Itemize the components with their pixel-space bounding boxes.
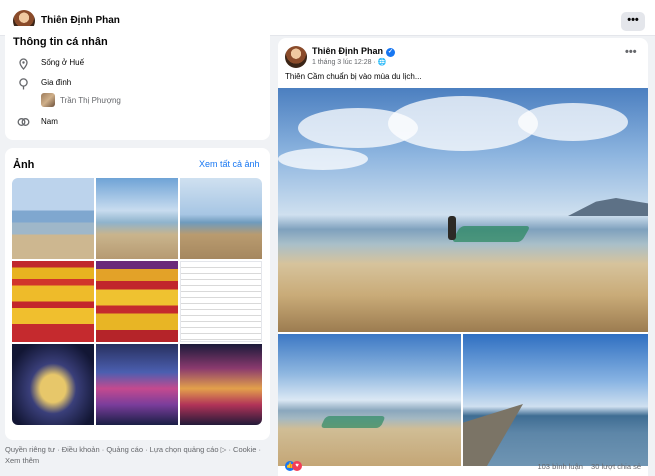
verified-badge-icon: ✓ <box>386 48 395 57</box>
see-all-photos-link[interactable]: Xem tất cả ảnh <box>199 159 260 169</box>
photo-thumbnail[interactable] <box>96 178 178 259</box>
post-author-line: Thiên Định Phan ✓ <box>312 46 395 57</box>
family-member-avatar[interactable] <box>41 93 55 107</box>
family-label: Gia đình <box>41 78 72 87</box>
lives-in-text[interactable]: Sống ở Huế <box>41 58 84 67</box>
photo-thumbnail[interactable] <box>180 261 262 342</box>
gender-icon <box>13 117 33 130</box>
post-timestamp[interactable]: 1 tháng 3 lúc 12:28 · 🌐 <box>312 58 386 66</box>
gender-text: Nam <box>41 117 58 126</box>
post-photo[interactable] <box>463 334 648 466</box>
intro-gender: Nam <box>13 117 58 130</box>
photo-thumbnail[interactable] <box>12 344 94 425</box>
love-reaction-icon[interactable]: ♥ <box>292 461 302 471</box>
photo-thumbnail[interactable] <box>96 261 178 342</box>
photo-thumbnail[interactable] <box>96 344 178 425</box>
footer-links[interactable]: Quyền riêng tư · Điều khoản · Quảng cáo … <box>5 444 270 466</box>
post-photo[interactable] <box>278 334 461 466</box>
heart-pin-icon <box>13 78 33 93</box>
comments-count[interactable]: 103 bình luận <box>537 462 582 471</box>
photo-thumbnail[interactable] <box>12 261 94 342</box>
photo-thumbnail[interactable] <box>180 344 262 425</box>
family-member[interactable]: Trần Thị Phượng <box>41 93 121 107</box>
post-stats: 👍 ♥ 103 bình luận 30 lượt chia sẻ <box>285 461 641 471</box>
more-options-button[interactable]: ••• <box>621 12 645 31</box>
profile-name[interactable]: Thiên Định Phan <box>41 15 120 26</box>
post-photo-main[interactable] <box>278 88 648 332</box>
intro-lives-in: Sống ở Huế <box>13 58 84 73</box>
photos-title: Ảnh <box>13 159 35 171</box>
post-author-name[interactable]: Thiên Định Phan <box>312 46 383 56</box>
post-counts: 103 bình luận 30 lượt chia sẻ <box>537 462 641 471</box>
photo-thumbnail[interactable] <box>12 178 94 259</box>
intro-family: Gia đình Trần Thị Phượng <box>13 78 121 107</box>
photos-card: Ảnh Xem tất cả ảnh <box>5 148 270 440</box>
intro-title: Thông tin cá nhân <box>13 36 108 48</box>
photo-thumbnail[interactable] <box>180 178 262 259</box>
post-more-options-button[interactable]: ••• <box>625 46 637 58</box>
intro-card: Thông tin cá nhân Sống ở Huế Gia đình Tr… <box>5 26 270 140</box>
post-author-avatar[interactable] <box>285 46 307 68</box>
photos-grid <box>12 178 262 425</box>
post-text: Thiên Cầm chuẩn bị vào mùa du lịch... <box>285 72 422 81</box>
family-member-name[interactable]: Trần Thị Phượng <box>60 96 121 105</box>
location-pin-icon <box>13 58 33 73</box>
post-card: Thiên Định Phan ✓ 1 tháng 3 lúc 12:28 · 🌐… <box>278 38 648 476</box>
shares-count[interactable]: 30 lượt chia sẻ <box>591 462 641 471</box>
